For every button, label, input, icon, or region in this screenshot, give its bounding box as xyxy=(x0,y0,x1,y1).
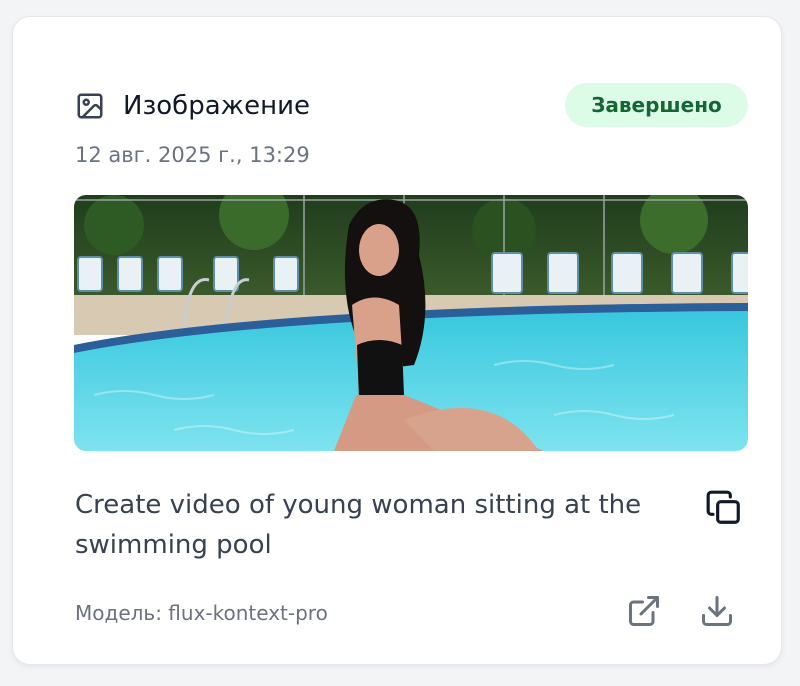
generated-image-thumbnail[interactable] xyxy=(74,195,748,451)
timestamp: 12 авг. 2025 г., 13:29 xyxy=(75,143,310,167)
prompt-text: Create video of young woman sitting at t… xyxy=(75,490,642,560)
open-external-icon[interactable] xyxy=(626,593,662,629)
status-badge: Завершено xyxy=(565,83,748,127)
card-title: Изображение xyxy=(123,91,310,121)
model-label: Модель: flux-kontext-pro xyxy=(75,601,328,625)
image-icon xyxy=(75,91,105,121)
download-icon[interactable] xyxy=(699,593,735,629)
copy-icon[interactable] xyxy=(705,489,743,527)
generation-card: Изображение Завершено 12 авг. 2025 г., 1… xyxy=(12,16,782,665)
